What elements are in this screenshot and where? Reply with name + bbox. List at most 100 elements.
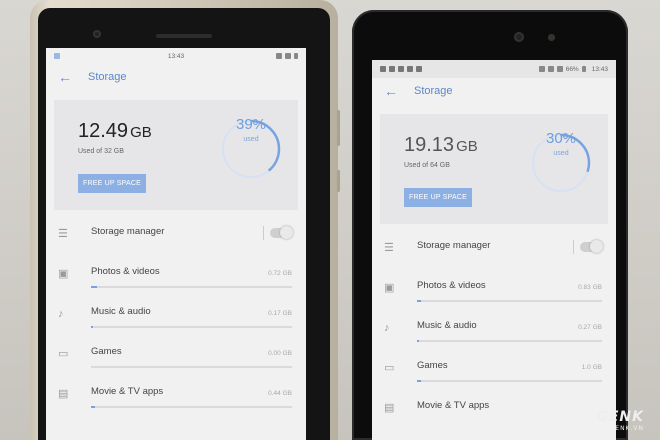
usage-bar — [417, 380, 602, 382]
wifi-icon — [276, 53, 282, 59]
usage-label: used — [243, 136, 259, 143]
watermark: GENK GENK.VN — [596, 409, 644, 432]
usage-bar-fill — [91, 326, 93, 328]
list-item-size: 1.0 GB — [581, 364, 602, 371]
list-item-size: 0.44 GB — [268, 390, 292, 397]
gamepad-icon: ▭ — [384, 362, 395, 374]
list-item-label: Games — [417, 360, 448, 371]
list-item-size: 0.27 GB — [578, 324, 602, 331]
used-of-total: Used of 32 GB — [78, 148, 124, 155]
power-button — [337, 170, 340, 192]
page-title: Storage — [414, 85, 453, 97]
list-item-label: Photos & videos — [91, 266, 160, 277]
status-time: 13:43 — [167, 52, 185, 60]
status-bar: 13:43 — [46, 48, 306, 64]
notification-icon — [407, 66, 413, 72]
list-icon: ☰ — [58, 228, 68, 240]
used-value: 19.13 — [404, 134, 455, 156]
notification-icon — [398, 66, 404, 72]
list-item-photos[interactable]: ▣ Photos & videos 0.83 GB — [372, 272, 616, 312]
list-item-size: 0.17 GB — [268, 310, 292, 317]
divider — [263, 226, 264, 240]
front-camera — [514, 32, 524, 42]
watermark-site: GENK.VN — [609, 425, 644, 432]
back-arrow-icon[interactable]: ← — [384, 83, 406, 99]
list-item-label: Storage manager — [91, 226, 165, 237]
usage-bar — [91, 326, 292, 328]
list-item-label: Movie & TV apps — [91, 386, 164, 397]
list-item-label: Movie & TV apps — [417, 400, 490, 411]
page-title: Storage — [88, 71, 127, 83]
signal-icon — [285, 53, 291, 59]
usage-bar — [417, 340, 602, 342]
app-bar: ← Storage — [46, 64, 306, 90]
music-note-icon: ♪ — [384, 322, 390, 334]
usage-bar — [91, 406, 292, 408]
used-storage: 12.49 GB — [78, 120, 152, 143]
usage-bar — [417, 300, 602, 302]
list-item-movies[interactable]: ▤ Movie & TV apps 0.44 GB — [46, 378, 306, 418]
vibrate-icon — [538, 66, 545, 72]
free-up-space-button[interactable]: FREE UP SPACE — [404, 188, 472, 207]
free-up-space-button[interactable]: FREE UP SPACE — [78, 174, 146, 193]
list-item-label: Photos & videos — [417, 280, 486, 291]
sensor — [548, 34, 555, 41]
front-camera — [93, 30, 101, 38]
category-list: ☰ Storage manager ▣ Photos & videos 0.72… — [46, 218, 306, 418]
back-arrow-icon[interactable]: ← — [58, 69, 80, 85]
film-icon: ▤ — [58, 388, 69, 400]
usage-bar-fill — [91, 286, 98, 288]
image-icon: ▣ — [58, 268, 69, 280]
list-item-music[interactable]: ♪ Music & audio 0.27 GB — [372, 312, 616, 352]
right-phone: 66% 13:43 ← Storage 19.13 GB Used of 64 G… — [352, 10, 628, 440]
battery-icon — [581, 66, 586, 72]
usage-bar-fill — [417, 380, 421, 382]
list-item-games[interactable]: ▭ Games 1.0 GB — [372, 352, 616, 392]
app-bar: ← Storage — [372, 78, 616, 104]
divider — [573, 240, 574, 254]
watermark-brand: GENK — [596, 409, 644, 425]
usage-bar — [91, 366, 292, 368]
list-item-size: 0.83 GB — [578, 284, 602, 291]
storage-summary: 12.49 GB Used of 32 GB FREE UP SPACE 39% … — [54, 100, 298, 210]
notification-icon — [380, 66, 386, 72]
usage-bar — [91, 286, 292, 288]
list-item-size: 0.00 GB — [268, 350, 292, 357]
storage-manager-toggle[interactable] — [270, 226, 293, 239]
notification-icon — [54, 53, 60, 59]
film-icon: ▤ — [384, 402, 395, 414]
battery-percent: 66% — [565, 65, 579, 73]
list-item-music[interactable]: ♪ Music & audio 0.17 GB — [46, 298, 306, 338]
list-item-games[interactable]: ▭ Games 0.00 GB — [46, 338, 306, 378]
music-note-icon: ♪ — [58, 308, 64, 320]
storage-manager-toggle[interactable] — [580, 240, 603, 253]
list-item-photos[interactable]: ▣ Photos & videos 0.72 GB — [46, 258, 306, 298]
battery-icon — [294, 53, 298, 59]
notification-icon — [389, 66, 395, 72]
gamepad-icon: ▭ — [58, 348, 69, 360]
left-screen: 13:43 ← Storage 12.49 GB Used of 32 GB FR… — [46, 48, 306, 440]
usage-bar-fill — [91, 406, 96, 408]
used-value: 12.49 — [78, 120, 129, 142]
list-item-size: 0.72 GB — [268, 270, 292, 277]
list-item-label: Music & audio — [91, 306, 151, 317]
list-item-label: Games — [91, 346, 122, 357]
notification-icons — [380, 66, 422, 72]
list-item-label: Music & audio — [417, 320, 477, 331]
left-phone: 13:43 ← Storage 12.49 GB Used of 32 GB FR… — [30, 0, 340, 440]
image-icon: ▣ — [384, 282, 395, 294]
list-item-storage-manager[interactable]: ☰ Storage manager — [372, 232, 616, 272]
status-time: 13:43 — [591, 65, 608, 73]
used-unit: GB — [456, 138, 478, 155]
used-of-total: Used of 64 GB — [404, 162, 450, 169]
category-list: ☰ Storage manager ▣ Photos & videos 0.83… — [372, 232, 616, 432]
list-item-movies[interactable]: ▤ Movie & TV apps — [372, 392, 616, 432]
volume-button — [337, 110, 340, 146]
usage-percent: 30% — [545, 130, 577, 147]
signal-icon — [556, 66, 563, 72]
status-bar: 66% 13:43 — [372, 60, 616, 78]
usage-label: used — [553, 150, 569, 157]
list-item-storage-manager[interactable]: ☰ Storage manager — [46, 218, 306, 258]
storage-summary: 19.13 GB Used of 64 GB FREE UP SPACE 30% … — [380, 114, 608, 224]
right-screen: 66% 13:43 ← Storage 19.13 GB Used of 64 G… — [372, 60, 616, 440]
